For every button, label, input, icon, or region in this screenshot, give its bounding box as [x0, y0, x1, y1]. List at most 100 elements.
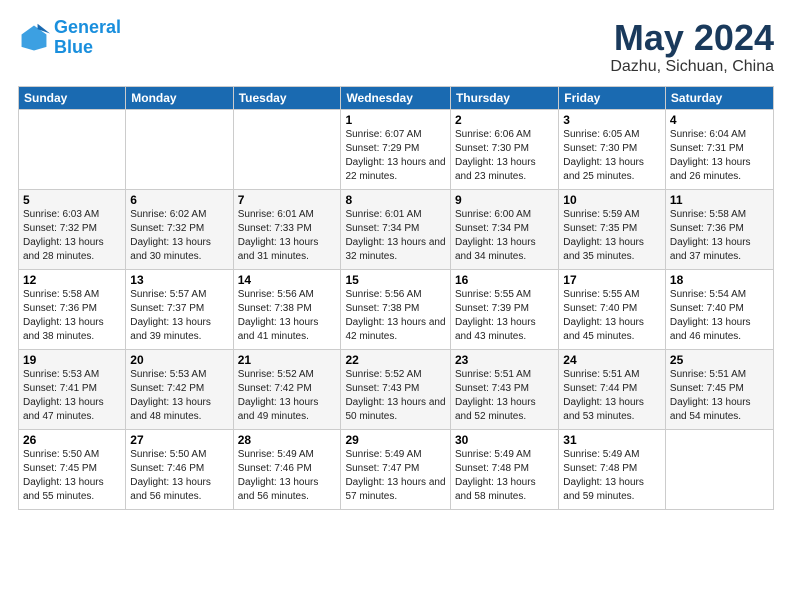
logo-blue: Blue — [54, 37, 93, 57]
calendar-week-4: 19Sunrise: 5:53 AMSunset: 7:41 PMDayligh… — [19, 349, 774, 429]
day-number: 23 — [455, 353, 554, 367]
day-number: 10 — [563, 193, 661, 207]
calendar-cell: 13Sunrise: 5:57 AMSunset: 7:37 PMDayligh… — [126, 269, 233, 349]
calendar-cell — [665, 429, 773, 509]
calendar-cell: 16Sunrise: 5:55 AMSunset: 7:39 PMDayligh… — [450, 269, 558, 349]
day-number: 18 — [670, 273, 769, 287]
main-title: May 2024 — [610, 18, 774, 58]
day-number: 13 — [130, 273, 228, 287]
calendar-cell: 8Sunrise: 6:01 AMSunset: 7:34 PMDaylight… — [341, 189, 451, 269]
day-number: 6 — [130, 193, 228, 207]
logo-general: General — [54, 17, 121, 37]
page: General Blue May 2024 Dazhu, Sichuan, Ch… — [0, 0, 792, 612]
logo: General Blue — [18, 18, 121, 58]
subtitle: Dazhu, Sichuan, China — [610, 58, 774, 76]
calendar-cell: 9Sunrise: 6:00 AMSunset: 7:34 PMDaylight… — [450, 189, 558, 269]
calendar-cell: 10Sunrise: 5:59 AMSunset: 7:35 PMDayligh… — [559, 189, 666, 269]
calendar-cell: 7Sunrise: 6:01 AMSunset: 7:33 PMDaylight… — [233, 189, 341, 269]
calendar-cell: 22Sunrise: 5:52 AMSunset: 7:43 PMDayligh… — [341, 349, 451, 429]
day-info: Sunrise: 5:53 AMSunset: 7:41 PMDaylight:… — [23, 368, 121, 424]
day-number: 15 — [345, 273, 446, 287]
day-number: 29 — [345, 433, 446, 447]
calendar-cell — [233, 109, 341, 189]
day-info: Sunrise: 6:00 AMSunset: 7:34 PMDaylight:… — [455, 208, 554, 264]
day-info: Sunrise: 6:02 AMSunset: 7:32 PMDaylight:… — [130, 208, 228, 264]
weekday-header-thursday: Thursday — [450, 86, 558, 109]
calendar-cell: 25Sunrise: 5:51 AMSunset: 7:45 PMDayligh… — [665, 349, 773, 429]
calendar-header: SundayMondayTuesdayWednesdayThursdayFrid… — [19, 86, 774, 109]
day-info: Sunrise: 6:04 AMSunset: 7:31 PMDaylight:… — [670, 128, 769, 184]
day-number: 5 — [23, 193, 121, 207]
logo-text: General Blue — [54, 18, 121, 58]
day-info: Sunrise: 5:49 AMSunset: 7:46 PMDaylight:… — [238, 448, 337, 504]
day-info: Sunrise: 5:58 AMSunset: 7:36 PMDaylight:… — [670, 208, 769, 264]
day-info: Sunrise: 5:55 AMSunset: 7:40 PMDaylight:… — [563, 288, 661, 344]
day-info: Sunrise: 6:06 AMSunset: 7:30 PMDaylight:… — [455, 128, 554, 184]
day-number: 7 — [238, 193, 337, 207]
day-info: Sunrise: 5:54 AMSunset: 7:40 PMDaylight:… — [670, 288, 769, 344]
calendar-cell — [126, 109, 233, 189]
day-number: 9 — [455, 193, 554, 207]
day-info: Sunrise: 5:55 AMSunset: 7:39 PMDaylight:… — [455, 288, 554, 344]
weekday-header-wednesday: Wednesday — [341, 86, 451, 109]
weekday-header-tuesday: Tuesday — [233, 86, 341, 109]
day-info: Sunrise: 5:49 AMSunset: 7:47 PMDaylight:… — [345, 448, 446, 504]
day-number: 20 — [130, 353, 228, 367]
day-info: Sunrise: 5:56 AMSunset: 7:38 PMDaylight:… — [238, 288, 337, 344]
calendar-cell: 12Sunrise: 5:58 AMSunset: 7:36 PMDayligh… — [19, 269, 126, 349]
day-number: 28 — [238, 433, 337, 447]
calendar-cell: 30Sunrise: 5:49 AMSunset: 7:48 PMDayligh… — [450, 429, 558, 509]
day-number: 24 — [563, 353, 661, 367]
calendar-table: SundayMondayTuesdayWednesdayThursdayFrid… — [18, 86, 774, 510]
calendar-cell: 5Sunrise: 6:03 AMSunset: 7:32 PMDaylight… — [19, 189, 126, 269]
day-info: Sunrise: 5:50 AMSunset: 7:45 PMDaylight:… — [23, 448, 121, 504]
day-number: 27 — [130, 433, 228, 447]
calendar-cell: 20Sunrise: 5:53 AMSunset: 7:42 PMDayligh… — [126, 349, 233, 429]
day-number: 22 — [345, 353, 446, 367]
calendar-cell: 17Sunrise: 5:55 AMSunset: 7:40 PMDayligh… — [559, 269, 666, 349]
calendar-cell: 31Sunrise: 5:49 AMSunset: 7:48 PMDayligh… — [559, 429, 666, 509]
calendar-cell: 1Sunrise: 6:07 AMSunset: 7:29 PMDaylight… — [341, 109, 451, 189]
day-number: 4 — [670, 113, 769, 127]
day-number: 12 — [23, 273, 121, 287]
day-number: 21 — [238, 353, 337, 367]
logo-icon — [18, 22, 50, 54]
day-number: 3 — [563, 113, 661, 127]
calendar-cell: 15Sunrise: 5:56 AMSunset: 7:38 PMDayligh… — [341, 269, 451, 349]
day-number: 14 — [238, 273, 337, 287]
day-info: Sunrise: 6:01 AMSunset: 7:33 PMDaylight:… — [238, 208, 337, 264]
day-info: Sunrise: 6:05 AMSunset: 7:30 PMDaylight:… — [563, 128, 661, 184]
day-number: 30 — [455, 433, 554, 447]
day-info: Sunrise: 5:51 AMSunset: 7:43 PMDaylight:… — [455, 368, 554, 424]
day-number: 16 — [455, 273, 554, 287]
calendar-cell: 3Sunrise: 6:05 AMSunset: 7:30 PMDaylight… — [559, 109, 666, 189]
weekday-header-sunday: Sunday — [19, 86, 126, 109]
calendar-body: 1Sunrise: 6:07 AMSunset: 7:29 PMDaylight… — [19, 109, 774, 509]
calendar-cell: 23Sunrise: 5:51 AMSunset: 7:43 PMDayligh… — [450, 349, 558, 429]
day-info: Sunrise: 5:58 AMSunset: 7:36 PMDaylight:… — [23, 288, 121, 344]
day-info: Sunrise: 5:51 AMSunset: 7:45 PMDaylight:… — [670, 368, 769, 424]
day-info: Sunrise: 6:01 AMSunset: 7:34 PMDaylight:… — [345, 208, 446, 264]
weekday-header-friday: Friday — [559, 86, 666, 109]
day-info: Sunrise: 6:03 AMSunset: 7:32 PMDaylight:… — [23, 208, 121, 264]
calendar-cell: 6Sunrise: 6:02 AMSunset: 7:32 PMDaylight… — [126, 189, 233, 269]
weekday-header-monday: Monday — [126, 86, 233, 109]
title-block: May 2024 Dazhu, Sichuan, China — [610, 18, 774, 76]
calendar-cell: 14Sunrise: 5:56 AMSunset: 7:38 PMDayligh… — [233, 269, 341, 349]
day-number: 8 — [345, 193, 446, 207]
calendar-cell: 2Sunrise: 6:06 AMSunset: 7:30 PMDaylight… — [450, 109, 558, 189]
day-info: Sunrise: 5:51 AMSunset: 7:44 PMDaylight:… — [563, 368, 661, 424]
calendar-week-2: 5Sunrise: 6:03 AMSunset: 7:32 PMDaylight… — [19, 189, 774, 269]
day-info: Sunrise: 5:57 AMSunset: 7:37 PMDaylight:… — [130, 288, 228, 344]
day-number: 2 — [455, 113, 554, 127]
day-info: Sunrise: 5:59 AMSunset: 7:35 PMDaylight:… — [563, 208, 661, 264]
day-number: 17 — [563, 273, 661, 287]
calendar-week-3: 12Sunrise: 5:58 AMSunset: 7:36 PMDayligh… — [19, 269, 774, 349]
calendar-cell: 28Sunrise: 5:49 AMSunset: 7:46 PMDayligh… — [233, 429, 341, 509]
day-info: Sunrise: 5:53 AMSunset: 7:42 PMDaylight:… — [130, 368, 228, 424]
weekday-header-row: SundayMondayTuesdayWednesdayThursdayFrid… — [19, 86, 774, 109]
day-number: 1 — [345, 113, 446, 127]
day-number: 25 — [670, 353, 769, 367]
weekday-header-saturday: Saturday — [665, 86, 773, 109]
day-info: Sunrise: 5:49 AMSunset: 7:48 PMDaylight:… — [455, 448, 554, 504]
